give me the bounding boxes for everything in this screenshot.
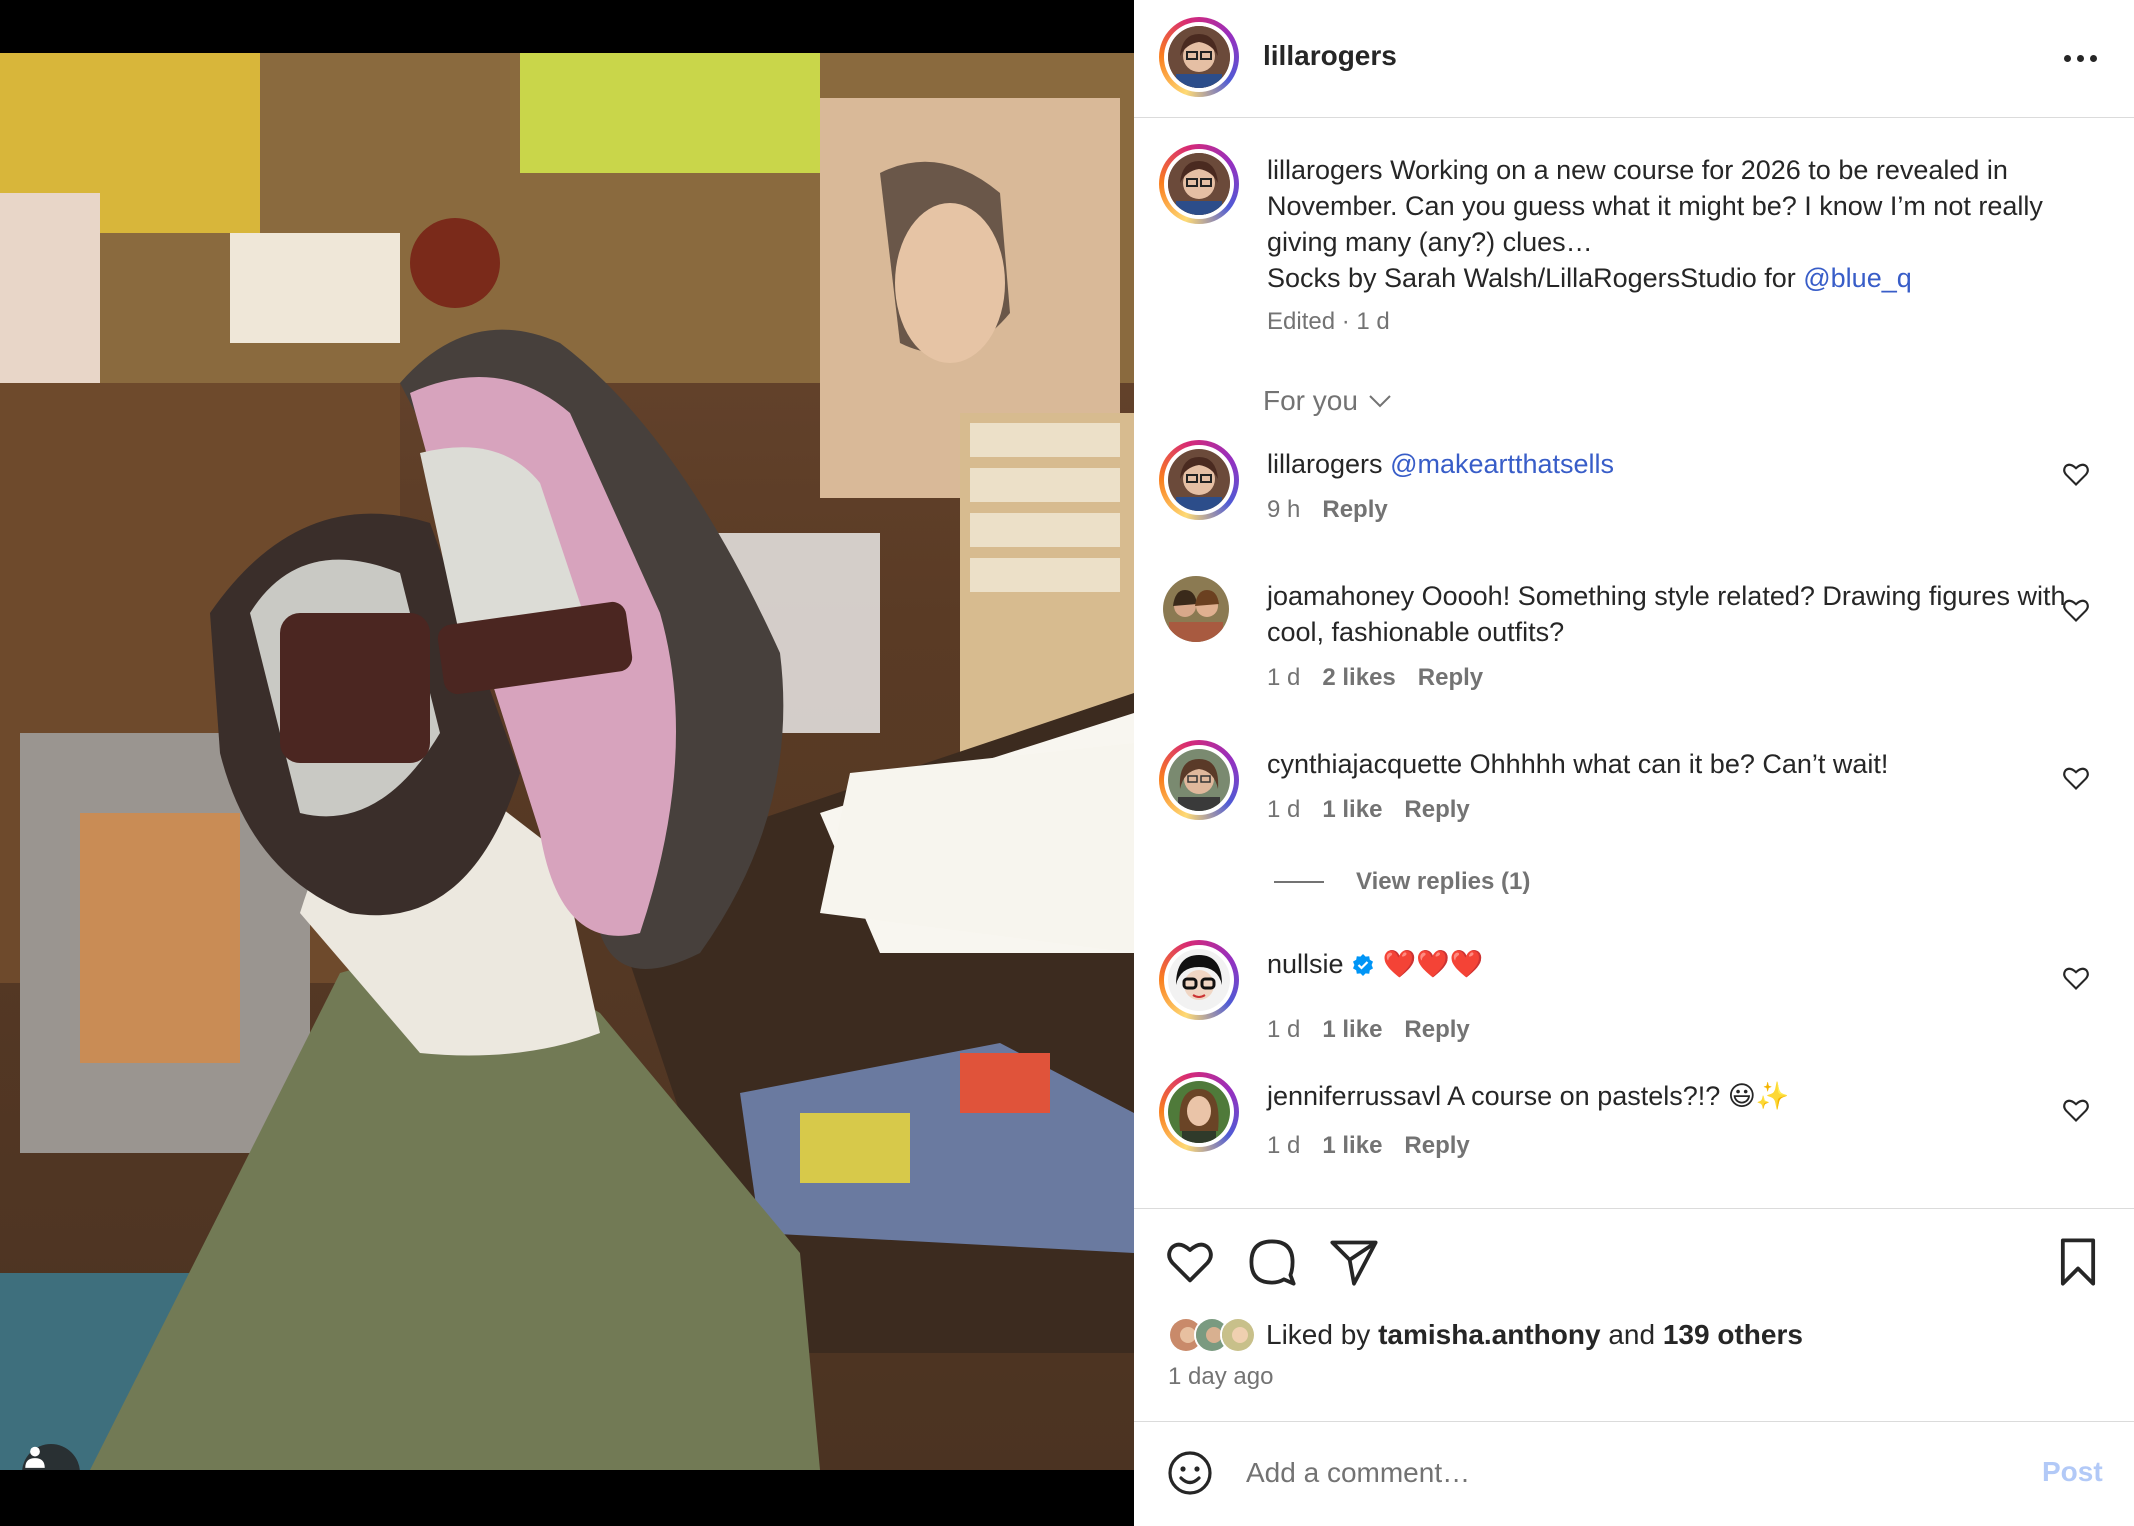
likes-prefix: Liked by: [1266, 1319, 1371, 1350]
heart-icon[interactable]: [1164, 1236, 1216, 1288]
post-timestamp[interactable]: 1 day ago: [1168, 1363, 1273, 1391]
avatar[interactable]: [1159, 740, 1239, 820]
avatar: [1220, 1317, 1256, 1353]
likes-and: and: [1608, 1319, 1656, 1350]
comment-meta: 1 d 1 like Reply: [1267, 1016, 1470, 1044]
comment-like-heart-icon[interactable]: [2062, 596, 2090, 624]
caption-credit: Socks by Sarah Walsh/LillaRogersStudio f…: [1267, 263, 1804, 293]
comment-input[interactable]: [1246, 1450, 2006, 1496]
reply-button[interactable]: Reply: [1418, 664, 1483, 692]
chevron-down-icon: [1369, 395, 1391, 408]
liker-avatars: [1168, 1317, 1256, 1353]
smiley-icon[interactable]: [1166, 1449, 1214, 1497]
comment-time: 1 d: [1267, 1132, 1301, 1159]
comment-likes-count[interactable]: 1 like: [1322, 1016, 1382, 1044]
comment-username[interactable]: lillarogers: [1267, 449, 1383, 479]
comment-text: jenniferrussavl A course on pastels?!? 😃…: [1267, 1078, 2067, 1114]
comment-sort-dropdown[interactable]: For you: [1263, 385, 1392, 417]
post-actions-section: Liked by tamisha.anthony and 139 others …: [1134, 1208, 2134, 1432]
more-horizontal-icon: [2063, 54, 2071, 62]
view-replies-label: View replies (1): [1356, 868, 1531, 895]
sort-label: For you: [1263, 385, 1358, 416]
comment-time: 1 d: [1267, 1016, 1301, 1043]
comment-meta: 1 d 1 like Reply: [1267, 1132, 1470, 1160]
comment-meta: 9 h Reply: [1267, 496, 1388, 524]
avatar[interactable]: [1159, 572, 1239, 656]
comment-text: joamahoney Ooooh! Something style relate…: [1267, 578, 2067, 650]
send-icon[interactable]: [1328, 1236, 1380, 1288]
post-header: lillarogers: [1134, 0, 2134, 118]
comment-body: Ohhhhh what can it be? Can’t wait!: [1469, 749, 1889, 779]
post-media-panel: [0, 0, 1134, 1526]
avatar[interactable]: [1159, 144, 1239, 224]
caption-text: lillarogers Working on a new course for …: [1267, 152, 2097, 296]
comment-username[interactable]: cynthiajacquette: [1267, 749, 1462, 779]
post-photo[interactable]: [0, 53, 1134, 1470]
comment-like-heart-icon[interactable]: [2062, 764, 2090, 792]
reply-button[interactable]: Reply: [1322, 496, 1387, 524]
avatar[interactable]: [1159, 1072, 1239, 1152]
photo-illustration: [0, 53, 1134, 1470]
post-comment-button[interactable]: Post: [2042, 1456, 2103, 1488]
likes-summary[interactable]: Liked by tamisha.anthony and 139 others: [1168, 1317, 1803, 1353]
avatar[interactable]: [1159, 17, 1239, 97]
comment-username[interactable]: nullsie: [1267, 949, 1344, 979]
add-comment-bar: Post: [1134, 1421, 2134, 1526]
comment-likes-count[interactable]: 1 like: [1322, 1132, 1382, 1160]
comment-meta: 1 d 1 like Reply: [1267, 796, 1470, 824]
verified-badge-icon: [1353, 954, 1374, 976]
reply-button[interactable]: Reply: [1404, 796, 1469, 824]
comment-likes-count[interactable]: 2 likes: [1322, 664, 1395, 692]
bookmark-icon[interactable]: [2052, 1236, 2104, 1288]
comment-likes-count[interactable]: 1 like: [1322, 796, 1382, 824]
comment-text: nullsie ❤️❤️❤️: [1267, 946, 2067, 982]
comment-mention-link[interactable]: @makeartthatsells: [1390, 449, 1614, 479]
avatar[interactable]: [1159, 440, 1239, 520]
comment-like-heart-icon[interactable]: [2062, 460, 2090, 488]
replies-divider: [1274, 881, 1324, 883]
reply-button[interactable]: Reply: [1404, 1132, 1469, 1160]
comment-icon[interactable]: [1246, 1236, 1298, 1288]
comment-meta: 1 d 2 likes Reply: [1267, 664, 1483, 692]
reply-button[interactable]: Reply: [1404, 1016, 1469, 1044]
liker-username[interactable]: tamisha.anthony: [1378, 1319, 1600, 1351]
post-author-username[interactable]: lillarogers: [1263, 40, 1397, 72]
comment-time: 1 d: [1267, 796, 1301, 823]
comment-username[interactable]: jenniferrussavl: [1267, 1081, 1441, 1111]
avatar[interactable]: [1159, 940, 1239, 1020]
view-replies-button[interactable]: View replies (1): [1274, 868, 1530, 896]
comment-time: 9 h: [1267, 496, 1301, 523]
caption-meta: Edited · 1 d: [1267, 308, 1390, 335]
caption-username[interactable]: lillarogers: [1267, 155, 1383, 185]
comment-like-heart-icon[interactable]: [2062, 964, 2090, 992]
caption-body: Working on a new course for 2026 to be r…: [1267, 155, 2043, 257]
user-icon: [25, 1446, 45, 1468]
likes-others[interactable]: 139 others: [1663, 1319, 1803, 1351]
comment-text: lillarogers @makeartthatsells: [1267, 446, 2067, 482]
comment-body: A course on pastels?!? 😃✨: [1447, 1081, 1790, 1111]
caption-mention-link[interactable]: @blue_q: [1803, 263, 1912, 293]
comment-body: ❤️❤️❤️: [1382, 949, 1484, 979]
comment-time: 1 d: [1267, 664, 1301, 691]
comment-like-heart-icon[interactable]: [2062, 1096, 2090, 1124]
post-details-panel: lillarogers lillarogers Working on a new…: [1134, 0, 2134, 1526]
comment-text: cynthiajacquette Ohhhhh what can it be? …: [1267, 746, 2067, 782]
more-options-button[interactable]: [2054, 40, 2106, 76]
comment-username[interactable]: joamahoney: [1267, 581, 1414, 611]
